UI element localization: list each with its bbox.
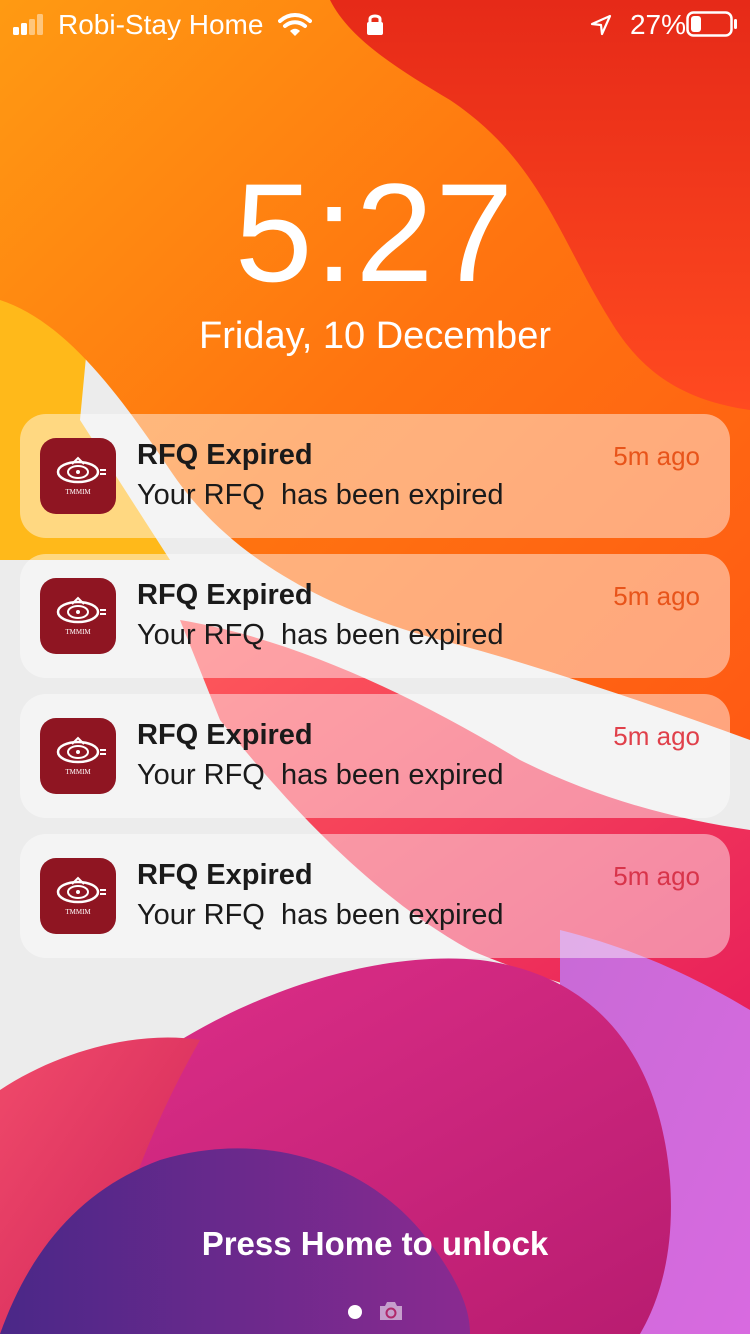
notification-body: Your RFQ has been expired	[137, 619, 504, 651]
lock-screen-date: Friday, 10 December	[199, 315, 551, 357]
notification-body: Your RFQ has been expired	[137, 479, 504, 511]
notification-body: Your RFQ has been expired	[137, 759, 504, 791]
camera-icon[interactable]	[378, 1300, 404, 1322]
app-icon: TMMIM	[40, 578, 116, 654]
location-icon	[590, 14, 612, 36]
notification-card[interactable]: TMMIM RFQ Expired Your RFQ has been expi…	[20, 554, 730, 678]
app-icon: TMMIM	[40, 718, 116, 794]
notification-time: 5m ago	[613, 441, 700, 471]
notification-title: RFQ Expired	[137, 579, 313, 611]
unlock-hint: Press Home to unlock	[201, 1225, 549, 1262]
notification-title: RFQ Expired	[137, 719, 313, 751]
svg-text:TMMIM: TMMIM	[65, 488, 91, 496]
status-bar: Robi-Stay Home 27%	[0, 0, 750, 50]
battery-percent: 27%	[629, 9, 686, 40]
app-icon: TMMIM	[40, 858, 116, 934]
notification-card[interactable]: TMMIM RFQ Expired Your RFQ has been expi…	[20, 834, 730, 958]
notification-time: 5m ago	[613, 861, 700, 891]
notification-title: RFQ Expired	[137, 859, 313, 891]
lock-icon	[367, 14, 383, 35]
notification-card[interactable]: TMMIM RFQ Expired Your RFQ has been expi…	[20, 414, 730, 538]
battery-icon	[686, 11, 737, 37]
notification-time: 5m ago	[613, 581, 700, 611]
lock-screen-time: 5:27	[234, 154, 516, 311]
svg-text:TMMIM: TMMIM	[65, 908, 91, 916]
svg-text:TMMIM: TMMIM	[65, 768, 91, 776]
signal-icon	[13, 13, 51, 35]
svg-text:TMMIM: TMMIM	[65, 628, 91, 636]
notification-title: RFQ Expired	[137, 439, 313, 471]
notification-card[interactable]: TMMIM RFQ Expired Your RFQ has been expi…	[20, 694, 730, 818]
wifi-icon	[278, 13, 312, 36]
carrier-name: Robi-Stay Home	[58, 9, 264, 40]
notification-time: 5m ago	[613, 721, 700, 751]
app-icon: TMMIM	[40, 438, 116, 514]
page-dot[interactable]	[348, 1305, 362, 1319]
notification-body: Your RFQ has been expired	[137, 899, 504, 931]
